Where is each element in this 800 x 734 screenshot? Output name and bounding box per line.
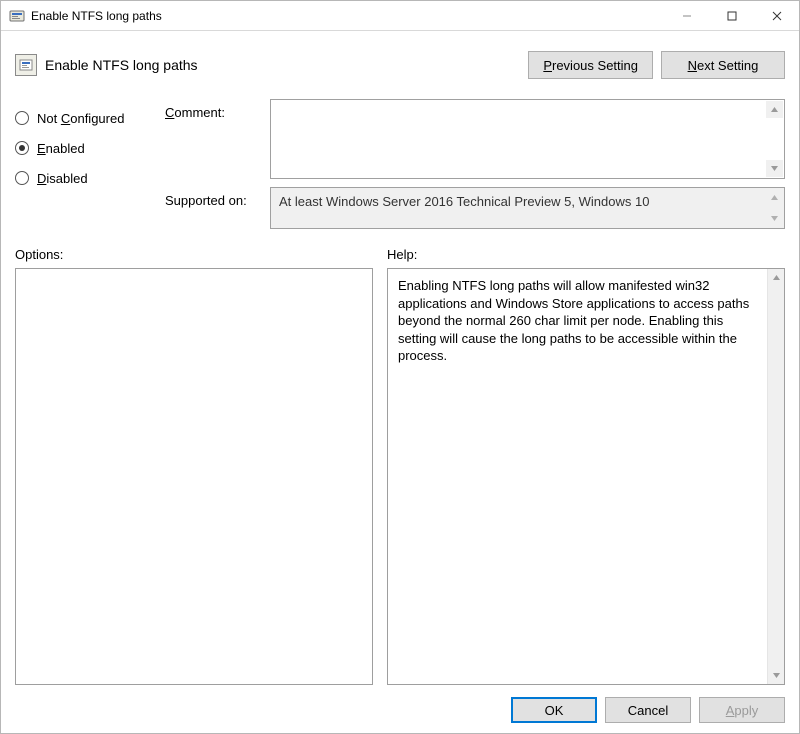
radio-not-configured[interactable]: Not Configured [15,103,165,133]
dialog-buttons: OK Cancel Apply [15,685,785,723]
radio-label-not-configured: Not Configured [37,111,124,126]
window-controls [664,1,799,30]
radio-label-disabled: Disabled [37,171,88,186]
options-panel [15,268,373,685]
supported-on-value: At least Windows Server 2016 Technical P… [279,194,649,209]
title-bar: Enable NTFS long paths [1,1,799,31]
dialog-content: Enable NTFS long paths Previous Setting … [1,31,799,733]
cancel-button[interactable]: Cancel [605,697,691,723]
previous-setting-button[interactable]: Previous Setting [528,51,653,79]
dialog-window: Enable NTFS long paths [0,0,800,734]
fields-column: Comment: Supported on: At least Windows … [165,99,785,229]
help-label: Help: [387,247,417,262]
comment-textarea[interactable] [270,99,785,179]
policy-header: Enable NTFS long paths Previous Setting … [15,41,785,89]
ok-button[interactable]: OK [511,697,597,723]
panel-labels: Options: Help: [15,247,785,262]
options-label: Options: [15,247,387,262]
radio-disabled[interactable]: Disabled [15,163,165,193]
help-panel: Enabling NTFS long paths will allow mani… [387,268,785,685]
policy-icon [15,54,37,76]
supported-label: Supported on: [165,187,270,229]
radio-circle-icon [15,141,29,155]
scroll-down-icon[interactable] [766,160,783,177]
config-section: Not Configured Enabled Disabled Comment: [15,99,785,229]
supported-row: Supported on: At least Windows Server 20… [165,187,785,229]
radio-circle-icon [15,111,29,125]
policy-title-icon [9,8,25,24]
scroll-up-icon[interactable] [766,189,783,206]
window-title: Enable NTFS long paths [31,9,664,23]
radio-label-enabled: Enabled [37,141,85,156]
radio-enabled[interactable]: Enabled [15,133,165,163]
scroll-up-icon[interactable] [768,269,785,286]
policy-name: Enable NTFS long paths [45,57,198,73]
help-content: Enabling NTFS long paths will allow mani… [398,278,749,363]
minimize-button[interactable] [664,1,709,30]
scroll-up-icon[interactable] [766,101,783,118]
comment-row: Comment: [165,99,785,179]
state-radio-group: Not Configured Enabled Disabled [15,99,165,229]
scroll-down-icon[interactable] [766,210,783,227]
next-setting-button[interactable]: Next Setting [661,51,785,79]
panels-row: Enabling NTFS long paths will allow mani… [15,268,785,685]
close-button[interactable] [754,1,799,30]
comment-label: Comment: [165,99,270,179]
scroll-down-icon[interactable] [768,667,785,684]
maximize-button[interactable] [709,1,754,30]
radio-circle-icon [15,171,29,185]
supported-on-box: At least Windows Server 2016 Technical P… [270,187,785,229]
help-scrollbar[interactable] [767,269,784,684]
apply-button[interactable]: Apply [699,697,785,723]
